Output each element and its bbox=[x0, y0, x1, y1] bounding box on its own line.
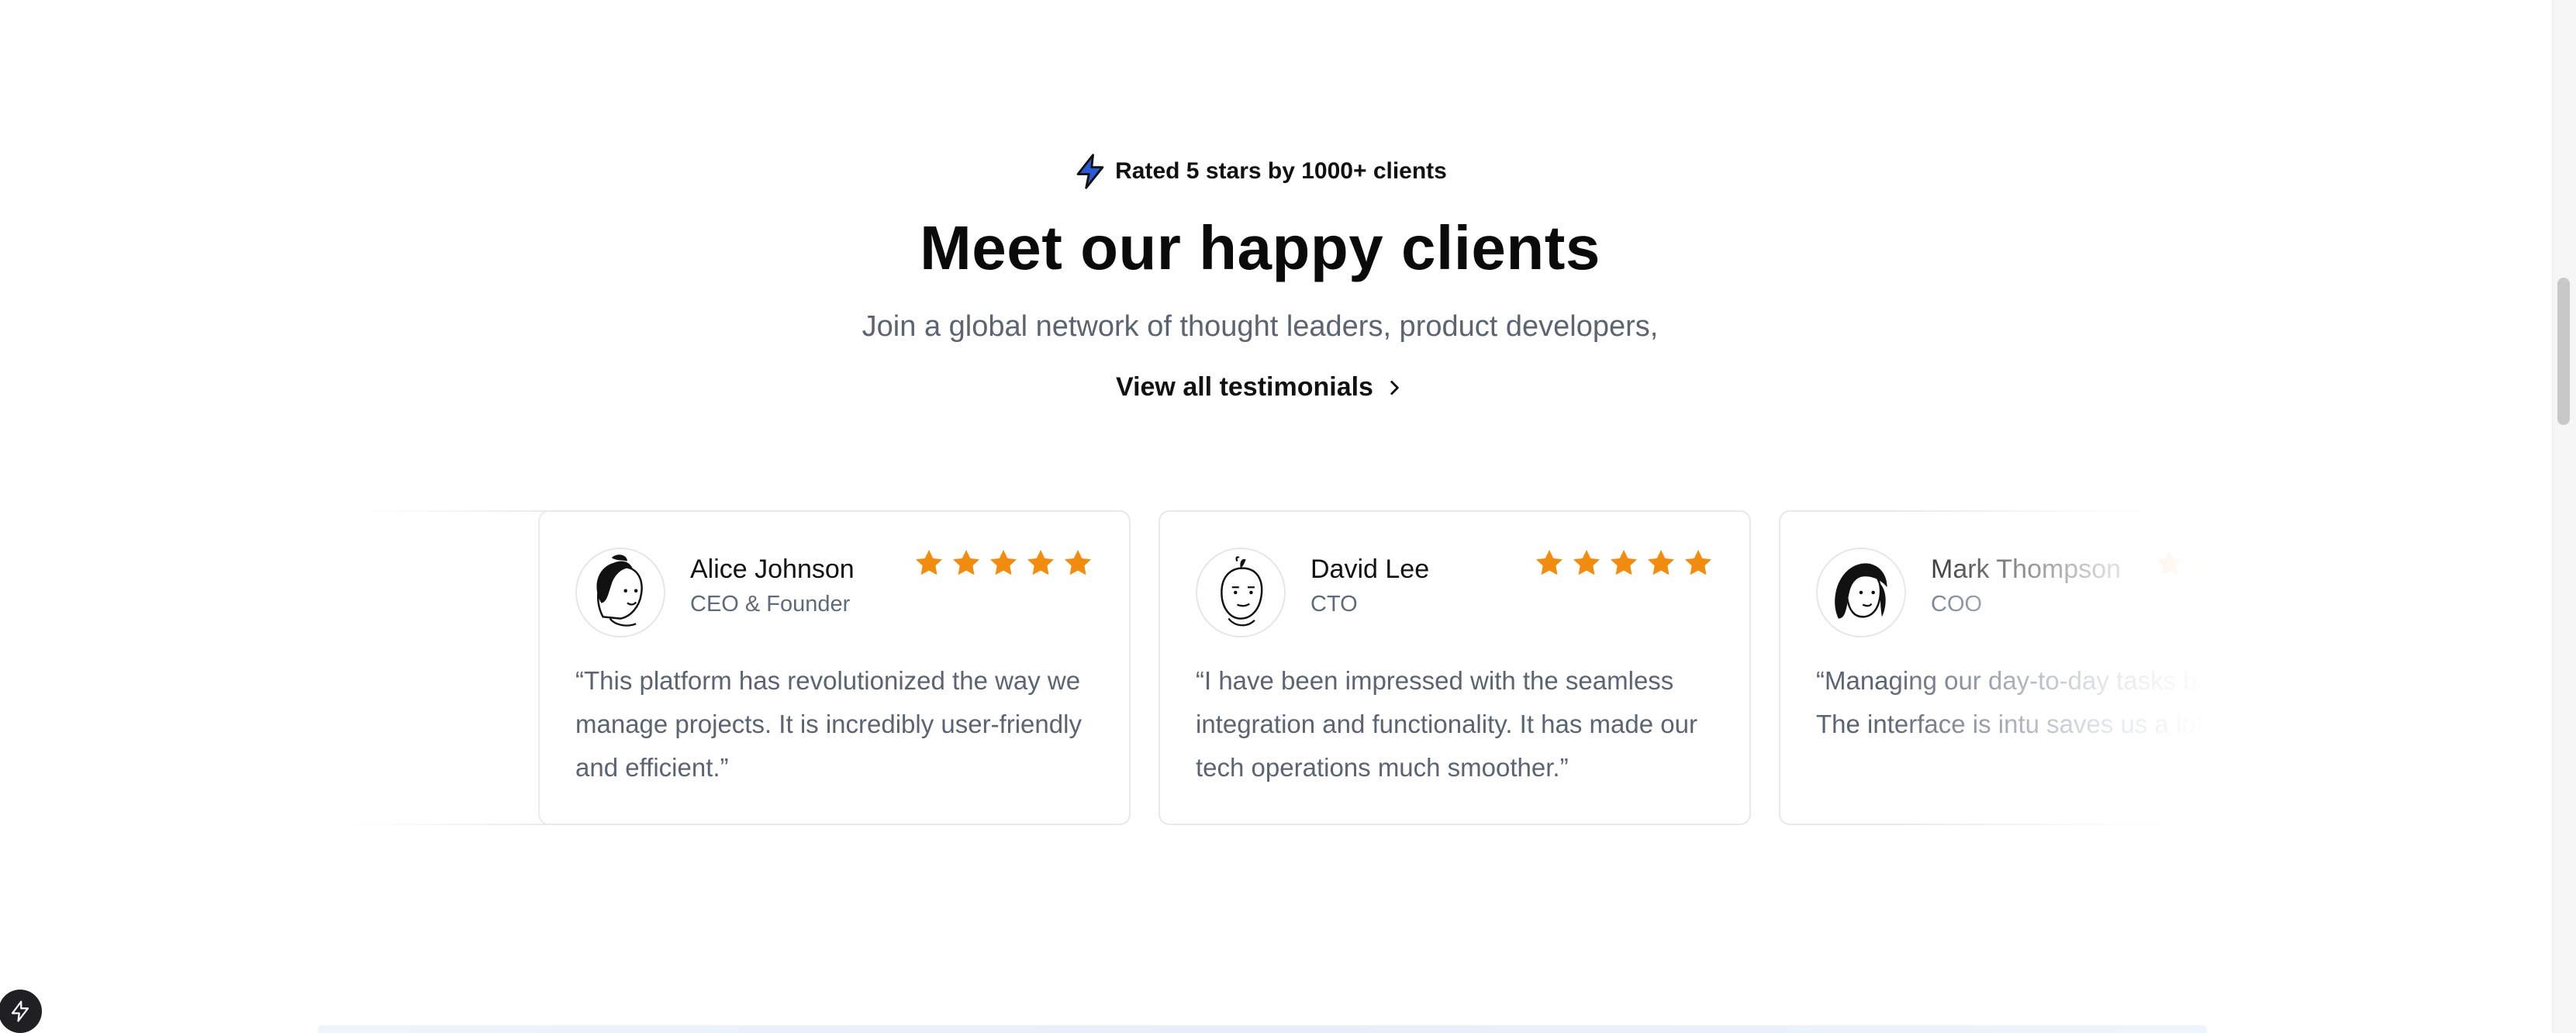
testimonials-carousel[interactable]: robust reamlined Ali bbox=[318, 509, 2207, 831]
star-icon bbox=[916, 550, 942, 575]
rating-stars bbox=[913, 548, 1093, 579]
lightning-bolt-icon bbox=[11, 1000, 29, 1022]
star-icon bbox=[1536, 550, 1563, 575]
avatar bbox=[575, 548, 665, 637]
page-scrollbar[interactable] bbox=[2552, 0, 2576, 1033]
lightning-bolt-icon bbox=[1076, 154, 1104, 189]
rating-badge: Rated 5 stars by 1000+ clients bbox=[0, 154, 2520, 189]
testimonial-card: David Lee CTO “I have been impressed wit… bbox=[1159, 510, 1751, 825]
chevron-right-icon bbox=[1390, 380, 1399, 395]
star-icon bbox=[2156, 550, 2183, 575]
avatar bbox=[1196, 548, 1286, 637]
avatar-illustration bbox=[1221, 556, 1263, 627]
avatar-illustration bbox=[1835, 563, 1887, 619]
testimonial-name: Mark Thompson bbox=[1931, 555, 2122, 584]
star-icon bbox=[1065, 550, 1091, 575]
rating-badge-text: Rated 5 stars by 1000+ clients bbox=[1115, 158, 1447, 184]
scrollbar-thumb[interactable] bbox=[2557, 278, 2570, 425]
testimonial-quote: “Managing our day-to-day tasks been easi… bbox=[1816, 666, 2207, 738]
star-icon bbox=[953, 550, 979, 575]
star-icon bbox=[1027, 550, 1054, 575]
testimonial-name: Alice Johnson bbox=[690, 555, 855, 584]
testimonial-quote: “I have been impressed with the seamless… bbox=[1196, 666, 1697, 782]
view-all-label: View all testimonials bbox=[1116, 372, 1373, 402]
testimonial-role: CEO & Founder bbox=[690, 592, 851, 617]
testimonial-card: Mark Thompson COO “Managing our day-to-d… bbox=[1779, 510, 2207, 825]
view-all-testimonials-link[interactable]: View all testimonials bbox=[0, 372, 2520, 402]
avatar bbox=[1816, 548, 1906, 637]
testimonial-quote: “This platform has revolutionized the wa… bbox=[575, 666, 1082, 782]
rating-stars bbox=[2154, 548, 2207, 579]
star-icon bbox=[1611, 550, 1637, 575]
floating-action-button[interactable] bbox=[0, 990, 42, 1033]
star-icon bbox=[1573, 550, 1600, 575]
avatar-illustration bbox=[596, 555, 643, 627]
rating-stars bbox=[1534, 548, 1714, 579]
testimonial-role: CTO bbox=[1310, 592, 1358, 617]
testimonial-name: David Lee bbox=[1310, 555, 1430, 584]
testimonial-card: Alice Johnson CEO & Founder “This platfo… bbox=[538, 510, 1131, 825]
testimonials-page: Rated 5 stars by 1000+ clients Meet our … bbox=[0, 0, 2576, 1033]
star-icon bbox=[1648, 550, 1674, 575]
section-subtitle: Join a global network of thought leaders… bbox=[862, 310, 1659, 343]
star-icon bbox=[1685, 550, 1711, 575]
section-title: Meet our happy clients bbox=[920, 213, 1601, 282]
star-icon bbox=[2194, 550, 2207, 575]
testimonial-role: COO bbox=[1931, 592, 1983, 617]
star-icon bbox=[990, 550, 1017, 575]
next-section-edge bbox=[318, 1025, 2207, 1033]
